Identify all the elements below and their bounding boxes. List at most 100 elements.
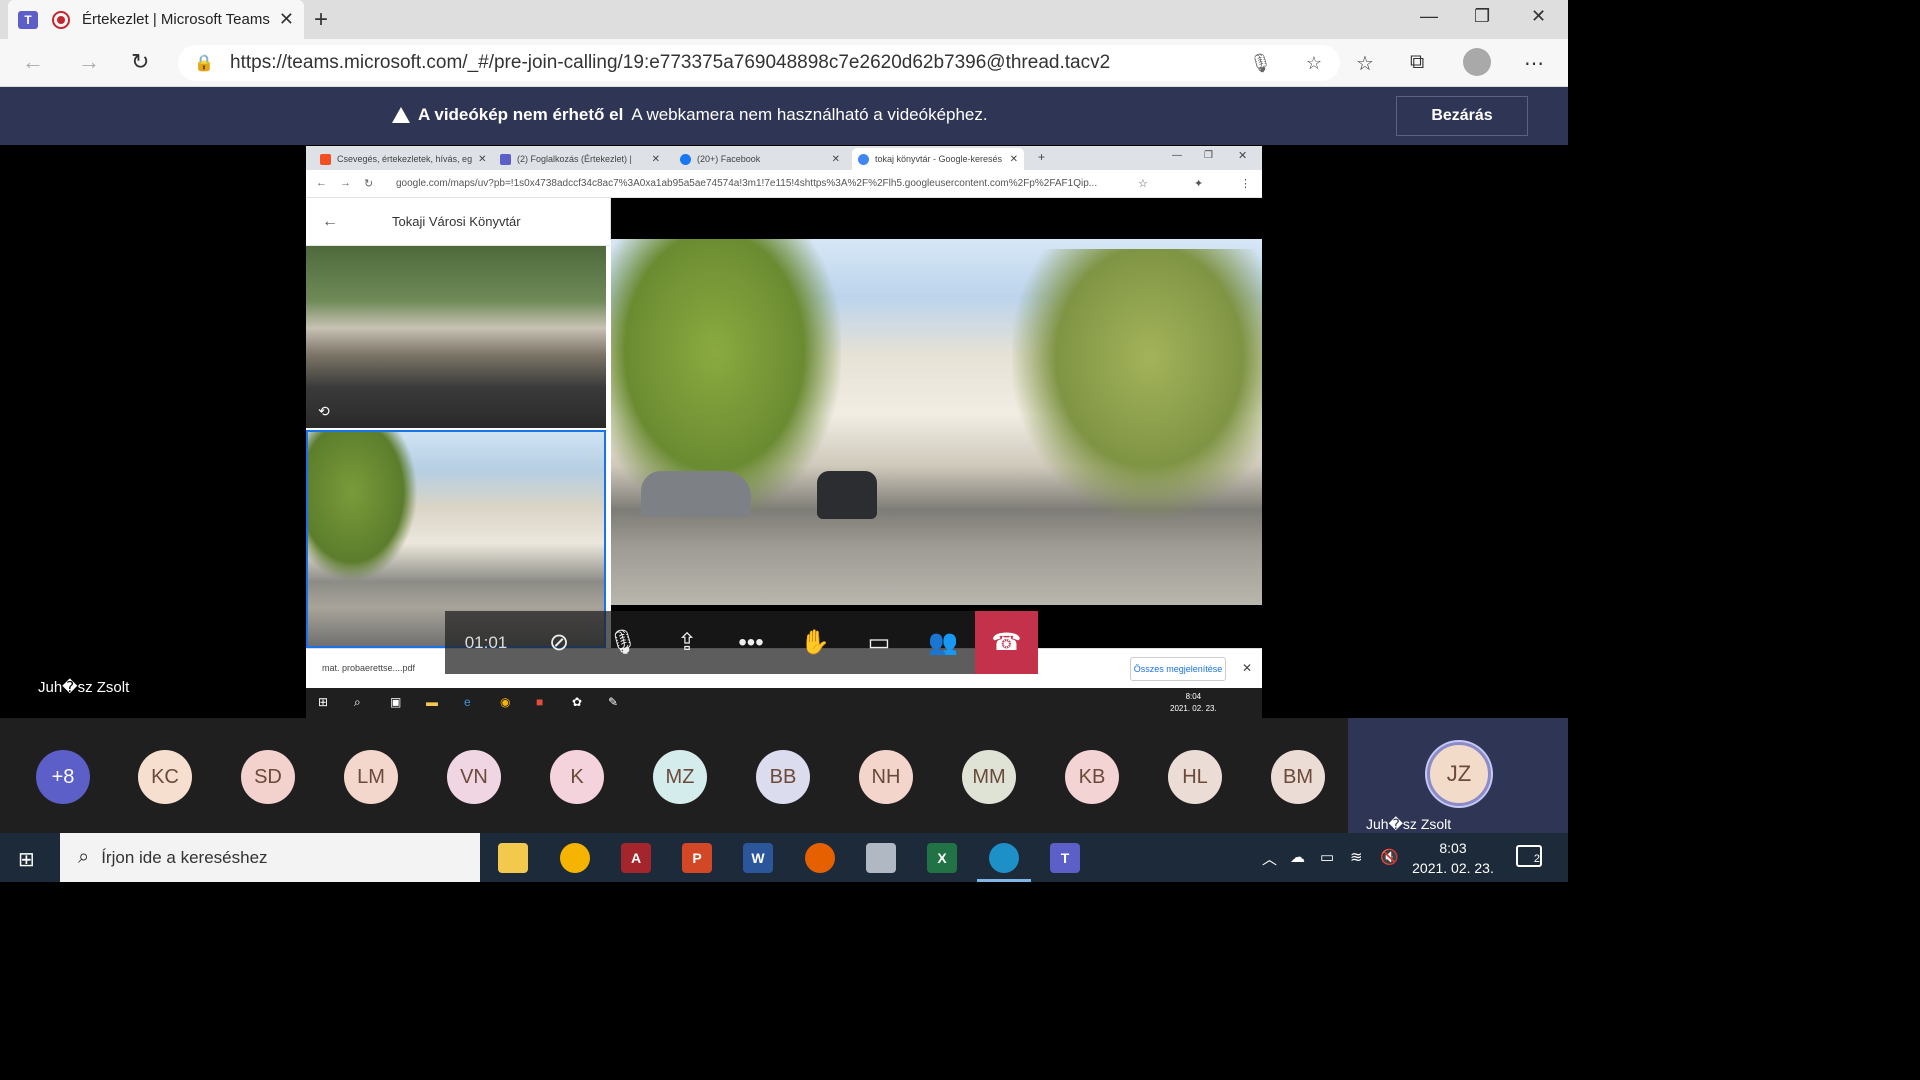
self-name: Juh�sz Zsolt [1366, 816, 1452, 832]
edge-icon[interactable] [977, 843, 1031, 882]
participant-avatar[interactable]: K [550, 750, 604, 804]
tab-title: Értekezlet | Microsoft Teams [82, 11, 270, 28]
place-name: Tokaji Városi Könyvtár [392, 214, 521, 229]
tab-favicon-icon [858, 153, 869, 165]
participant-avatar[interactable]: HL [1168, 750, 1222, 804]
notification-icon[interactable]: 2 [1516, 845, 1542, 867]
teams-taskbar-icon[interactable]: T [1050, 843, 1080, 873]
warning-icon [392, 107, 410, 123]
participants-icon[interactable]: 👥 [911, 611, 975, 674]
add-favorite-icon[interactable]: ☆ [1306, 53, 1322, 74]
windows-taskbar: ⊞ ⌕ Írjon ide a kereséshez A P W X T ︿ ☁… [0, 833, 1568, 882]
shared-tab: (20+) Facebook ✕ [674, 148, 846, 170]
maps-main-photo [611, 239, 1262, 605]
favorites-icon[interactable]: ☆ [1356, 51, 1374, 76]
participant-avatar[interactable]: BM [1271, 750, 1325, 804]
search-icon: ⌕ [78, 846, 90, 868]
more-menu-icon[interactable]: ⋯ [1524, 51, 1544, 76]
camera-off-icon[interactable]: ⊘ [527, 611, 591, 674]
participant-avatar[interactable]: MZ [653, 750, 707, 804]
participant-avatar[interactable]: KC [138, 750, 192, 804]
shared-tab-label: tokaj könyvtár - Google-keresés [875, 154, 1003, 164]
access-icon[interactable]: A [621, 843, 651, 873]
shared-tab-label: (20+) Facebook [697, 154, 761, 164]
chrome-icon[interactable] [560, 843, 590, 873]
tab-close-icon[interactable]: ✕ [279, 9, 294, 30]
shared-tab-label: Csevegés, értekezletek, hívás, eg [337, 154, 473, 164]
participant-avatar[interactable]: NH [859, 750, 913, 804]
shared-clock: 8:04 2021. 02. 23. [1170, 692, 1217, 713]
refresh-icon[interactable]: ↻ [131, 49, 149, 75]
banner-title: A videókép nem érhető el [418, 105, 624, 124]
maps-back-icon: ← [322, 212, 338, 230]
participant-avatar[interactable]: VN [447, 750, 501, 804]
maps-side-panel: ← Tokaji Városi Könyvtár ⟲ [306, 198, 610, 648]
snipping-tool-icon[interactable] [866, 843, 896, 873]
address-bar[interactable]: 🔒 https://teams.microsoft.com/_#/pre-joi… [178, 45, 1340, 81]
word-icon[interactable]: W [743, 843, 773, 873]
start-icon[interactable]: ⊞ [18, 847, 35, 872]
self-tile: JZ Juh�sz Zsolt [1348, 718, 1568, 833]
minimize-button[interactable]: — [1420, 6, 1438, 27]
shared-taskbar: ⊞ ⌕ ▣ ▬ e ◉ ■ ✿ ✎ 8:04 2021. 02. 23. [306, 688, 1262, 718]
powerpoint-icon[interactable]: P [682, 843, 712, 873]
browser-tab-teams[interactable]: T Értekezlet | Microsoft Teams ✕ [8, 0, 304, 39]
shared-tab: Csevegés, értekezletek, hívás, eg ✕ [314, 148, 486, 170]
participant-avatar[interactable]: BB [756, 750, 810, 804]
file-explorer-icon[interactable] [498, 843, 528, 873]
clock-time: 8:03 [1439, 840, 1467, 856]
restore-button[interactable]: ❐ [1474, 6, 1490, 27]
rotate-icon: ⟲ [318, 403, 330, 419]
tab-favicon-icon [680, 153, 691, 165]
wifi-icon[interactable]: ≋ [1350, 848, 1363, 866]
download-file: mat. probaerettse....pdf [322, 663, 416, 673]
onedrive-icon[interactable]: ☁ [1290, 848, 1305, 866]
taskbar-clock[interactable]: 8:03 2021. 02. 23. [1408, 838, 1498, 878]
volume-mute-icon[interactable]: 🔇 [1380, 848, 1399, 866]
tab-favicon-icon [500, 153, 511, 165]
tab-favicon-icon [320, 153, 331, 165]
browser-tabstrip: T Értekezlet | Microsoft Teams ✕ + — ❐ ✕ [0, 0, 1568, 39]
downloads-close-icon: ✕ [1242, 661, 1253, 675]
profile-avatar[interactable] [1463, 48, 1491, 76]
video-warning-banner: A videókép nem érhető el A webkamera nem… [0, 87, 1568, 145]
firefox-icon[interactable] [805, 843, 835, 873]
presenter-name: Juh�sz Zsolt [38, 679, 130, 696]
raise-hand-icon[interactable]: ✋ [783, 611, 847, 674]
chat-icon[interactable]: ▭ [847, 611, 911, 674]
shared-url: google.com/maps/uv?pb=!1s0x4738adccf34c8… [396, 178, 1098, 189]
excel-icon[interactable]: X [927, 843, 957, 873]
show-all-downloads: Összes megjelenítése [1130, 657, 1226, 681]
lock-icon[interactable]: 🔒 [194, 53, 230, 73]
new-tab-button[interactable]: + [314, 6, 328, 34]
meeting-controls: 01:01 ⊘ 🎙 ⇪ ••• ✋ ▭ 👥 [445, 611, 1037, 674]
window-close-button[interactable]: ✕ [1531, 6, 1546, 27]
meeting-timer: 01:01 [464, 632, 508, 652]
participant-strip: +8 KC SD LM VN K MZ BB NH MM KB HL BM [0, 718, 1568, 833]
battery-icon[interactable]: ▭ [1320, 848, 1334, 866]
more-actions-icon[interactable]: ••• [719, 611, 783, 674]
back-icon[interactable]: ← [22, 49, 44, 75]
shared-tabstrip: Csevegés, értekezletek, hívás, eg ✕ (2) F… [306, 146, 1262, 170]
recording-icon [52, 10, 70, 29]
forward-icon[interactable]: → [78, 49, 100, 75]
participant-avatar[interactable]: LM [344, 750, 398, 804]
shared-tab-label: (2) Foglalkozás (Értekezlet) | [517, 154, 632, 164]
self-avatar: JZ [1427, 742, 1491, 806]
participant-avatar[interactable]: SD [241, 750, 295, 804]
banner-message: A webkamera nem használható a videóképhe… [631, 105, 988, 124]
taskbar-search[interactable]: ⌕ Írjon ide a kereséshez [60, 833, 480, 882]
more-participants-button[interactable]: +8 [36, 750, 90, 804]
clock-date: 2021. 02. 23. [1412, 860, 1494, 876]
microphone-icon[interactable]: 🎙 [1249, 53, 1272, 74]
address-url[interactable]: https://teams.microsoft.com/_#/pre-join-… [230, 52, 1110, 74]
mic-off-icon[interactable]: 🎙 [591, 611, 655, 674]
participant-avatar[interactable]: KB [1065, 750, 1119, 804]
collections-icon[interactable]: ⧉ [1410, 51, 1424, 74]
hang-up-button[interactable]: ☎ [975, 611, 1038, 674]
chevron-up-icon[interactable]: ︿ [1262, 848, 1277, 869]
banner-close-button[interactable]: Bezárás [1396, 96, 1528, 136]
share-screen-icon[interactable]: ⇪ [655, 611, 719, 674]
shared-tab-active: tokaj könyvtár - Google-keresés ✕ [852, 148, 1024, 170]
participant-avatar[interactable]: MM [962, 750, 1016, 804]
